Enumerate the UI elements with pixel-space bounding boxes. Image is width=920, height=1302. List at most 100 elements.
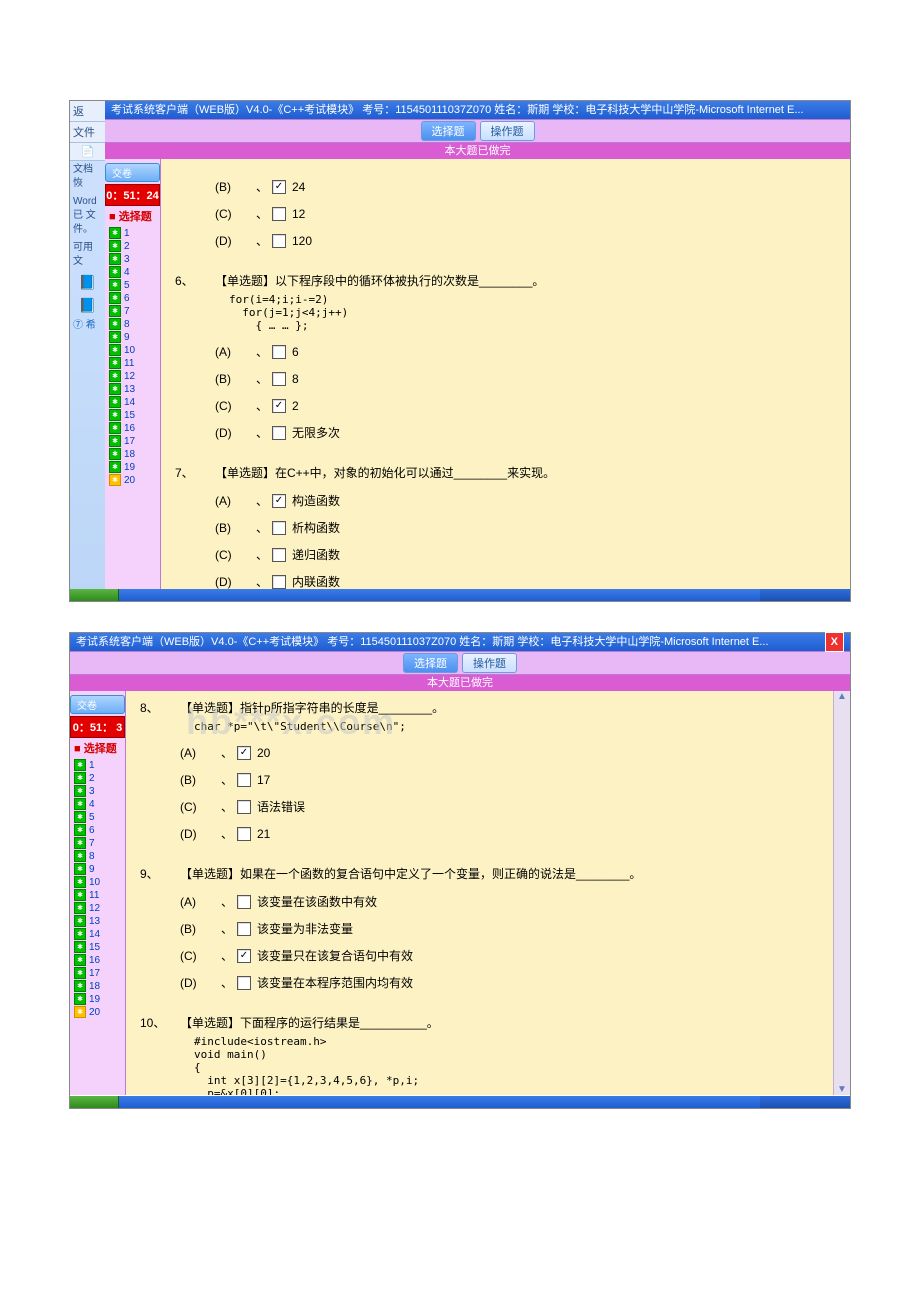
q7-opt-C[interactable]: (C)、递归函数 xyxy=(215,541,836,568)
q8-opt-C[interactable]: (C)、语法错误 xyxy=(180,793,819,820)
q6-opt-D[interactable]: (D)、无限多次 xyxy=(215,419,836,446)
nav-q18[interactable]: 18 xyxy=(105,448,160,460)
nav-q20[interactable]: 20 xyxy=(105,474,160,486)
q7-opt-D[interactable]: (D)、内联函数 xyxy=(215,568,836,591)
nav2-q3[interactable]: 3 xyxy=(70,785,125,797)
word-doc-icon2[interactable]: 📘 xyxy=(70,294,105,317)
q7-number: 7、 xyxy=(175,464,215,591)
start-button-1[interactable] xyxy=(70,589,119,601)
vertical-scrollbar[interactable]: ▲ ▼ xyxy=(833,691,850,1095)
word-doc-icon[interactable]: 📘 xyxy=(70,271,105,294)
nav2-q14[interactable]: 14 xyxy=(70,928,125,940)
nav2-q10[interactable]: 10 xyxy=(70,876,125,888)
nav2-q17[interactable]: 17 xyxy=(70,967,125,979)
tab-choice[interactable]: 选择题 xyxy=(421,121,476,141)
nav2-q9[interactable]: 9 xyxy=(70,863,125,875)
nav2-q1[interactable]: 1 xyxy=(70,759,125,771)
nav2-q6[interactable]: 6 xyxy=(70,824,125,836)
nav2-q13[interactable]: 13 xyxy=(70,915,125,927)
word-file-menu[interactable]: 文件 xyxy=(70,122,105,143)
submit-button-2[interactable]: 交卷 xyxy=(70,695,125,714)
q10-code3: int x[3][2]={1,2,3,4,5,6}, *p,i; xyxy=(194,1074,819,1087)
windows-taskbar-2[interactable] xyxy=(70,1096,850,1108)
q8-opt-A[interactable]: (A)、20 xyxy=(180,739,819,766)
nav2-q8[interactable]: 8 xyxy=(70,850,125,862)
q9-opt-C[interactable]: (C)、该变量只在该复合语句中有效 xyxy=(180,942,819,969)
submit-button[interactable]: 交卷 xyxy=(105,163,160,182)
ie-window-2: 考试系统客户端（WEB版）V4.0-《C++考试模块》 考号：115450111… xyxy=(70,633,850,1093)
q8-opt-D[interactable]: (D)、21 xyxy=(180,820,819,847)
start-button-2[interactable] xyxy=(70,1096,119,1108)
q9-opt-D[interactable]: (D)、该变量在本程序范围内均有效 xyxy=(180,969,819,996)
q5-opt-C[interactable]: (C)、12 xyxy=(215,200,836,227)
q6-opt-B[interactable]: (B)、8 xyxy=(215,365,836,392)
nav-q16[interactable]: 16 xyxy=(105,422,160,434)
nav-q7[interactable]: 7 xyxy=(105,305,160,317)
nav-q1[interactable]: 1 xyxy=(105,227,160,239)
nav-q11[interactable]: 11 xyxy=(105,357,160,369)
tab-operation[interactable]: 操作题 xyxy=(480,121,535,141)
nav-q17[interactable]: 17 xyxy=(105,435,160,447)
nav2-q16[interactable]: 16 xyxy=(70,954,125,966)
q8-code: char *p="\t\"Student\\Course\n"; xyxy=(194,720,819,733)
nav2-q5[interactable]: 5 xyxy=(70,811,125,823)
nav-q6[interactable]: 6 xyxy=(105,292,160,304)
system-tray-2[interactable] xyxy=(760,1096,850,1108)
nav-q12[interactable]: 12 xyxy=(105,370,160,382)
windows-taskbar-1[interactable] xyxy=(70,589,850,601)
nav-q9[interactable]: 9 xyxy=(105,331,160,343)
nav2-q7[interactable]: 7 xyxy=(70,837,125,849)
q6-number: 6、 xyxy=(175,272,215,446)
question-nav-2: 交卷 0：51： 3 选择题 1 2 3 4 5 6 7 8 9 10 11 1… xyxy=(70,691,126,1095)
nav2-q15[interactable]: 15 xyxy=(70,941,125,953)
tab-choice-2[interactable]: 选择题 xyxy=(403,653,458,673)
system-tray-1[interactable] xyxy=(760,589,850,601)
q6-opt-A[interactable]: (A)、6 xyxy=(215,338,836,365)
nav-q3[interactable]: 3 xyxy=(105,253,160,265)
close-icon[interactable]: X xyxy=(825,632,844,652)
scroll-up-icon[interactable]: ▲ xyxy=(834,691,850,702)
nav-q19[interactable]: 19 xyxy=(105,461,160,473)
q7-opt-A[interactable]: (A)、构造函数 xyxy=(215,487,836,514)
ie-titlebar-1[interactable]: 考试系统客户端（WEB版）V4.0-《C++考试模块》 考号：115450111… xyxy=(105,101,850,119)
nav2-q4[interactable]: 4 xyxy=(70,798,125,810)
nav-q14[interactable]: 14 xyxy=(105,396,160,408)
ie-titlebar-2[interactable]: 考试系统客户端（WEB版）V4.0-《C++考试模块》 考号：115450111… xyxy=(70,633,850,651)
nav-q2[interactable]: 2 xyxy=(105,240,160,252)
q5-opt-D[interactable]: (D)、120 xyxy=(215,227,836,254)
scroll-down-icon[interactable]: ▼ xyxy=(834,1084,850,1095)
word-help-icon[interactable]: ⑦ 希 xyxy=(70,317,105,335)
q6-opt-C[interactable]: (C)、2 xyxy=(215,392,836,419)
nav2-q12[interactable]: 12 xyxy=(70,902,125,914)
nav-q13[interactable]: 13 xyxy=(105,383,160,395)
word-back[interactable]: 返 xyxy=(70,101,105,122)
question-nav-1: 交卷 0：51：24 选择题 1 2 3 4 5 6 7 8 9 10 11 1… xyxy=(105,159,161,591)
q5-opt-B[interactable]: (B)、24 xyxy=(215,173,836,200)
nav2-q18[interactable]: 18 xyxy=(70,980,125,992)
avail-text: 可用文 xyxy=(70,239,105,271)
q10-code2: { xyxy=(194,1061,819,1074)
nav-category: 选择题 xyxy=(105,206,160,226)
nav2-q20[interactable]: 20 xyxy=(70,1006,125,1018)
q9-opt-B[interactable]: (B)、该变量为非法变量 xyxy=(180,915,819,942)
nav-q5[interactable]: 5 xyxy=(105,279,160,291)
ie-title-text-2: 考试系统客户端（WEB版）V4.0-《C++考试模块》 考号：115450111… xyxy=(76,633,769,651)
nav-q10[interactable]: 10 xyxy=(105,344,160,356)
nav-q15[interactable]: 15 xyxy=(105,409,160,421)
q8-opt-B[interactable]: (B)、17 xyxy=(180,766,819,793)
question-area-2: hb***x.com 8、 【单选题】指针p所指字符串的长度是________。… xyxy=(126,691,833,1095)
done-banner-2: 本大题已做完 xyxy=(70,675,850,691)
q10-code0: #include<iostream.h> xyxy=(194,1035,819,1048)
q6-code1: for(i=4;i;i-=2) xyxy=(229,293,836,306)
q7-title: 【单选题】在C++中，对象的初始化可以通过________来实现。 xyxy=(215,464,836,481)
ie-title-text: 考试系统客户端（WEB版）V4.0-《C++考试模块》 考号：115450111… xyxy=(111,101,804,119)
word-new-icon[interactable]: 📄 xyxy=(70,143,105,161)
nav2-q11[interactable]: 11 xyxy=(70,889,125,901)
q9-opt-A[interactable]: (A)、该变量在该函数中有效 xyxy=(180,888,819,915)
tab-operation-2[interactable]: 操作题 xyxy=(462,653,517,673)
nav2-q19[interactable]: 19 xyxy=(70,993,125,1005)
q7-opt-B[interactable]: (B)、析构函数 xyxy=(215,514,836,541)
nav2-q2[interactable]: 2 xyxy=(70,772,125,784)
nav-q8[interactable]: 8 xyxy=(105,318,160,330)
nav-q4[interactable]: 4 xyxy=(105,266,160,278)
